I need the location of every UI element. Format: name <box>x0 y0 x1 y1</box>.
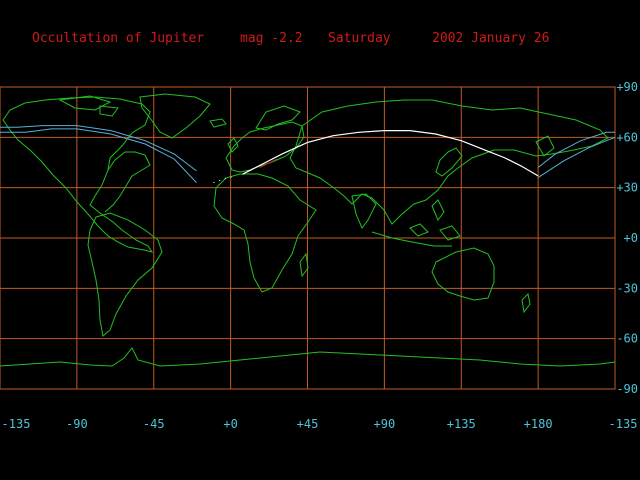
longitude-tick-label: -135 <box>2 417 31 431</box>
madagascar-outline <box>299 252 309 278</box>
latitude-tick-label: +90 <box>616 80 638 94</box>
philippines-outline <box>431 199 445 221</box>
north-america-outline <box>2 96 154 253</box>
kamchatka-outline <box>535 135 555 157</box>
world-map: -135 -90 -45 +0 +45 +90 +135 +180 -135 +90 +60 +30… <box>0 80 638 431</box>
latitude-tick-label: +0 <box>624 231 638 245</box>
longitude-tick-label: +90 <box>374 417 396 431</box>
latitude-labels: +90 +60 +30 +0 -30 -60 -90 <box>616 80 638 396</box>
north-america-east-coast <box>104 151 151 213</box>
great-britain-outline <box>227 137 239 153</box>
arctic-islands <box>58 95 119 117</box>
japan-outline <box>435 147 463 177</box>
australia-outline <box>431 247 495 301</box>
africa-outline <box>213 173 317 293</box>
longitude-labels: -135 -90 -45 +0 +45 +90 +135 +180 -135 <box>2 417 638 431</box>
iceland-outline <box>209 118 227 128</box>
latitude-tick-label: -30 <box>616 281 638 295</box>
indonesia-islands <box>371 223 461 247</box>
scandinavia-outline <box>255 105 301 131</box>
longitude-tick-label: +180 <box>524 417 553 431</box>
latitude-tick-label: +30 <box>616 181 638 195</box>
asia-outline <box>289 99 609 225</box>
longitude-tick-label: +135 <box>447 417 476 431</box>
longitude-tick-label: +45 <box>297 417 319 431</box>
latitude-tick-label: +60 <box>616 130 638 144</box>
south-america-outline <box>87 212 163 337</box>
latitude-tick-label: -90 <box>616 382 638 396</box>
longitude-tick-label: -45 <box>143 417 165 431</box>
longitude-tick-label: -135 <box>609 417 638 431</box>
greenland-outline <box>139 93 211 139</box>
longitude-tick-label: -90 <box>66 417 88 431</box>
new-zealand-outline <box>521 292 531 314</box>
latitude-tick-label: -60 <box>616 332 638 346</box>
longitude-tick-label: +0 <box>223 417 237 431</box>
map-grid <box>0 86 616 390</box>
track-start-segment <box>259 158 277 168</box>
